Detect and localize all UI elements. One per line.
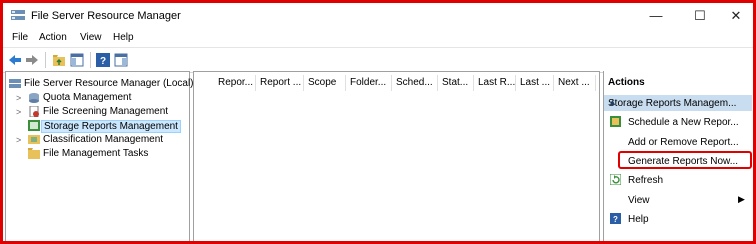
- action-label: View: [628, 195, 650, 206]
- column-header[interactable]: Folder...: [346, 75, 392, 91]
- tree-item-label: File Management Tasks: [43, 148, 149, 159]
- action-schedule-new-report[interactable]: Schedule a New Repor...: [604, 113, 753, 131]
- actions-section-header[interactable]: Storage Reports Managem... ▲: [604, 95, 752, 111]
- tree-item-label: File Screening Management: [43, 106, 169, 117]
- schedule-report-icon: [610, 116, 621, 127]
- action-refresh[interactable]: Refresh: [604, 171, 753, 189]
- expand-chevron-icon[interactable]: >: [16, 93, 24, 103]
- toolbar-separator: [45, 52, 46, 68]
- action-help[interactable]: ? Help: [604, 210, 753, 228]
- tree-root-label: File Server Resource Manager (Local): [24, 78, 194, 89]
- quota-icon: [29, 93, 39, 103]
- app-icon: [11, 10, 25, 20]
- action-view[interactable]: View ▶: [604, 191, 753, 209]
- column-header[interactable]: Last ...: [516, 75, 554, 91]
- menu-action[interactable]: Action: [39, 32, 67, 43]
- close-button[interactable]: ✕: [719, 5, 753, 27]
- menu-view[interactable]: View: [80, 32, 102, 43]
- tree-item-label: Quota Management: [43, 92, 132, 103]
- help-icon[interactable]: ?: [96, 53, 110, 67]
- actions-title: Actions: [608, 77, 645, 88]
- column-header[interactable]: Repor...: [214, 75, 256, 91]
- column-header[interactable]: Sched...: [392, 75, 438, 91]
- title-bar: File Server Resource Manager — ☐ ✕: [3, 3, 753, 29]
- action-label: Help: [628, 214, 649, 225]
- toolbar-separator: [90, 52, 91, 68]
- storage-reports-icon: [28, 120, 40, 131]
- menu-help[interactable]: Help: [113, 32, 134, 43]
- results-list: Repor... Report ... Scope Folder... Sche…: [193, 71, 600, 241]
- minimize-icon: —: [649, 8, 663, 23]
- menu-file[interactable]: File: [12, 32, 28, 43]
- maximize-button[interactable]: ☐: [683, 5, 717, 27]
- collapse-triangle-icon[interactable]: ▲: [608, 97, 746, 107]
- forward-arrow-icon[interactable]: [25, 53, 39, 67]
- expand-chevron-icon[interactable]: >: [16, 107, 24, 117]
- submenu-arrow-icon: ▶: [738, 194, 745, 204]
- column-header[interactable]: Stat...: [438, 75, 474, 91]
- column-header[interactable]: Report ...: [256, 75, 304, 91]
- column-header[interactable]: Next ...: [554, 75, 596, 91]
- highlight-box: [618, 151, 752, 169]
- file-screen-icon: [29, 106, 39, 117]
- menu-bar: File Action View Help: [3, 29, 753, 47]
- app-window: File Server Resource Manager — ☐ ✕ File …: [0, 0, 756, 244]
- action-label: Schedule a New Repor...: [628, 117, 739, 128]
- maximize-icon: ☐: [694, 8, 706, 23]
- toolbar: ?: [3, 47, 753, 73]
- server-icon: [9, 79, 21, 88]
- show-hide-tree-icon[interactable]: [70, 53, 84, 67]
- window-title: File Server Resource Manager: [31, 10, 181, 22]
- tree-pane: File Server Resource Manager (Local) > Q…: [5, 71, 194, 241]
- column-header[interactable]: Last R...: [474, 75, 516, 91]
- svg-text:?: ?: [100, 56, 106, 67]
- action-label: Add or Remove Report...: [628, 137, 739, 148]
- tree-item-label: Storage Reports Management: [41, 120, 181, 133]
- classification-icon: [28, 135, 40, 144]
- back-arrow-icon[interactable]: [8, 53, 22, 67]
- close-icon: ✕: [730, 8, 742, 23]
- column-header[interactable]: Scope: [304, 75, 346, 91]
- action-add-remove-report[interactable]: Add or Remove Report...: [604, 133, 753, 151]
- show-action-pane-icon[interactable]: [114, 53, 128, 67]
- file-tasks-icon: [28, 148, 40, 159]
- svg-text:?: ?: [613, 215, 618, 224]
- action-label: Refresh: [628, 175, 664, 186]
- tree-item-label: Classification Management: [43, 134, 164, 145]
- help-icon: ?: [610, 213, 621, 224]
- minimize-button[interactable]: —: [639, 5, 673, 27]
- up-folder-icon[interactable]: [52, 53, 66, 67]
- refresh-icon: [610, 174, 621, 185]
- expand-chevron-icon[interactable]: >: [16, 135, 24, 145]
